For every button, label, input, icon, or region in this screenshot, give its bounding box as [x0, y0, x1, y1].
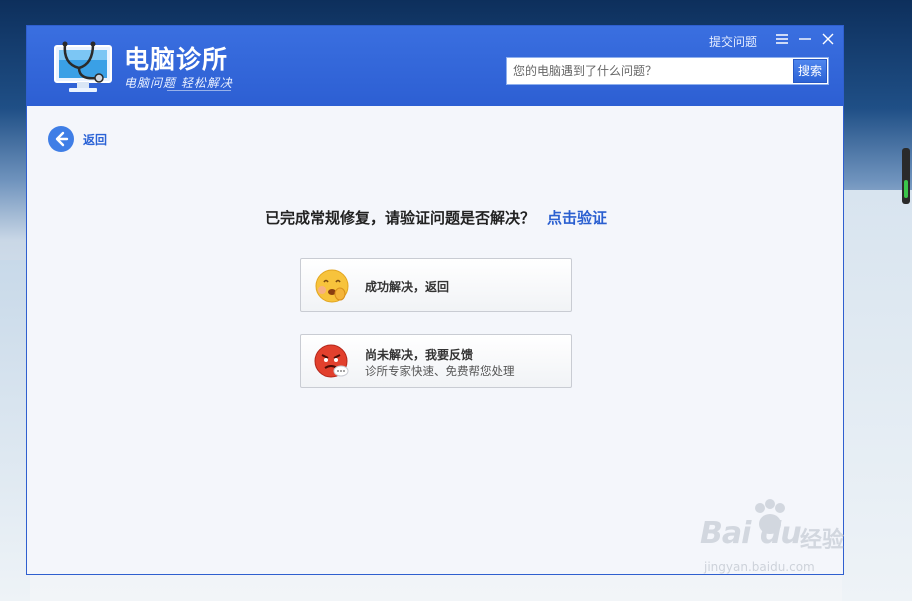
subtitle-underline	[167, 90, 231, 91]
baidu-jingyan-watermark: Bai du 经验 jingyan.baidu.com	[700, 498, 880, 588]
app-subtitle: 电脑问题 轻松解决	[124, 76, 233, 90]
menu-icon[interactable]	[775, 32, 789, 46]
solved-option-label: 成功解决，返回	[365, 280, 450, 294]
solved-option-button[interactable]: 成功解决，返回	[300, 258, 572, 312]
unsolved-option-button[interactable]: 尚未解决，我要反馈 诊所专家快速、免费帮您处理	[300, 334, 572, 388]
unsolved-option-label: 尚未解决，我要反馈	[365, 348, 474, 362]
search-input[interactable]	[507, 58, 791, 84]
desktop-side-widget[interactable]	[902, 148, 910, 204]
unsolved-option-description: 诊所专家快速、免费帮您处理	[365, 364, 515, 378]
search-box: 搜索	[506, 57, 829, 85]
happy-face-icon	[315, 269, 349, 303]
close-icon[interactable]	[821, 32, 835, 46]
arrow-left-circle-icon	[48, 126, 74, 152]
watermark-brand: Bai du	[700, 516, 802, 551]
app-window: 电脑诊所 电脑问题 轻松解决 提交问题 搜索 返回 已完成常规修复，请验证问题是…	[26, 25, 844, 575]
verify-prompt: 已完成常规修复，请验证问题是否解决？ 点击验证	[27, 207, 845, 228]
verify-link[interactable]: 点击验证	[547, 209, 607, 227]
app-title: 电脑诊所	[124, 45, 229, 74]
watermark-url: jingyan.baidu.com	[704, 560, 815, 574]
angry-face-icon	[314, 344, 349, 378]
prompt-text: 已完成常规修复，请验证问题是否解决？	[264, 209, 535, 227]
minimize-icon[interactable]	[798, 32, 812, 46]
search-button[interactable]: 搜索	[793, 59, 827, 83]
submit-question-link[interactable]: 提交问题	[709, 33, 757, 50]
title-bar: 电脑诊所 电脑问题 轻松解决 提交问题 搜索	[27, 26, 843, 106]
monitor-stethoscope-icon	[54, 41, 112, 92]
back-label: 返回	[83, 133, 108, 147]
watermark-cn: 经验	[800, 528, 845, 553]
